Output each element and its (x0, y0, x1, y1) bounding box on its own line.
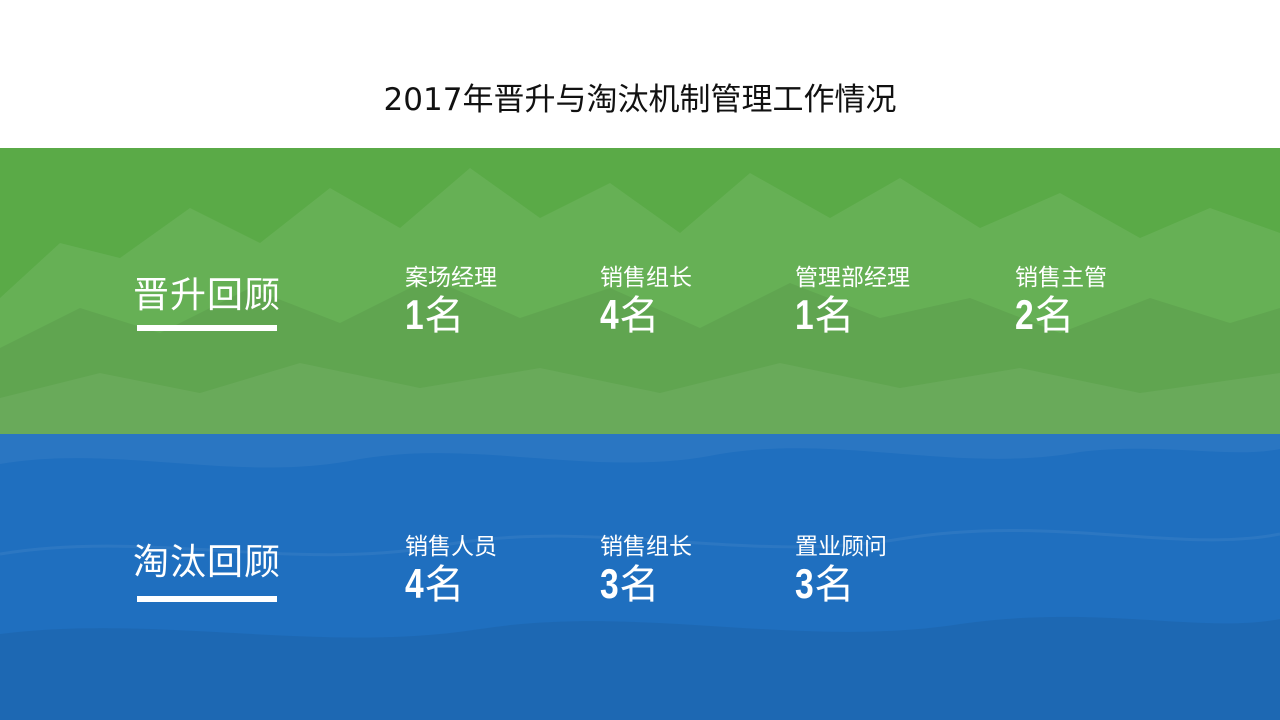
elimination-underline (137, 596, 277, 602)
slide-title: 2017年晋升与淘汰机制管理工作情况 (383, 82, 897, 118)
item-count: 1名 (405, 292, 497, 347)
elimination-band: 淘汰回顾 销售人员 4名 销售组长 3名 置业顾问 3名 (0, 434, 1280, 720)
item-label: 管理部经理 (795, 265, 910, 291)
item-label: 销售主管 (1015, 265, 1107, 291)
elimination-heading: 淘汰回顾 (133, 542, 282, 583)
item-number: 3 (795, 560, 814, 607)
item-label: 置业顾问 (795, 534, 887, 560)
item-unit: 名 (619, 562, 660, 608)
item-unit: 名 (424, 562, 465, 608)
item-number: 4 (405, 560, 424, 607)
elimination-item: 销售组长 3名 (600, 533, 692, 616)
item-number: 1 (405, 291, 424, 338)
promotion-item: 案场经理 1名 (405, 264, 497, 347)
item-label: 销售组长 (600, 534, 692, 560)
item-unit: 名 (814, 293, 855, 339)
item-number: 3 (600, 560, 619, 607)
item-count: 3名 (600, 561, 692, 616)
elimination-item: 销售人员 4名 (405, 533, 497, 616)
item-count: 4名 (600, 292, 692, 347)
promotion-item: 管理部经理 1名 (795, 264, 910, 347)
item-label: 案场经理 (405, 265, 497, 291)
promotion-item: 销售组长 4名 (600, 264, 692, 347)
promotion-heading: 晋升回顾 (133, 275, 282, 316)
promotion-item: 销售主管 2名 (1015, 264, 1107, 347)
item-unit: 名 (1034, 293, 1075, 339)
item-label: 销售组长 (600, 265, 692, 291)
item-unit: 名 (424, 293, 465, 339)
slide: 2017年晋升与淘汰机制管理工作情况 晋升回顾 案场经理 1名 销售组长 4名 … (0, 0, 1280, 720)
elimination-item: 置业顾问 3名 (795, 533, 887, 616)
item-count: 4名 (405, 561, 497, 616)
item-count: 2名 (1015, 292, 1107, 347)
item-number: 2 (1015, 291, 1034, 338)
item-unit: 名 (814, 562, 855, 608)
promotion-band: 晋升回顾 案场经理 1名 销售组长 4名 管理部经理 1名 销售主管 2名 (0, 148, 1280, 434)
item-number: 4 (600, 291, 619, 338)
item-number: 1 (795, 291, 814, 338)
item-count: 1名 (795, 292, 910, 347)
promotion-underline (137, 325, 277, 331)
item-unit: 名 (619, 293, 660, 339)
item-count: 3名 (795, 561, 887, 616)
item-label: 销售人员 (405, 534, 497, 560)
